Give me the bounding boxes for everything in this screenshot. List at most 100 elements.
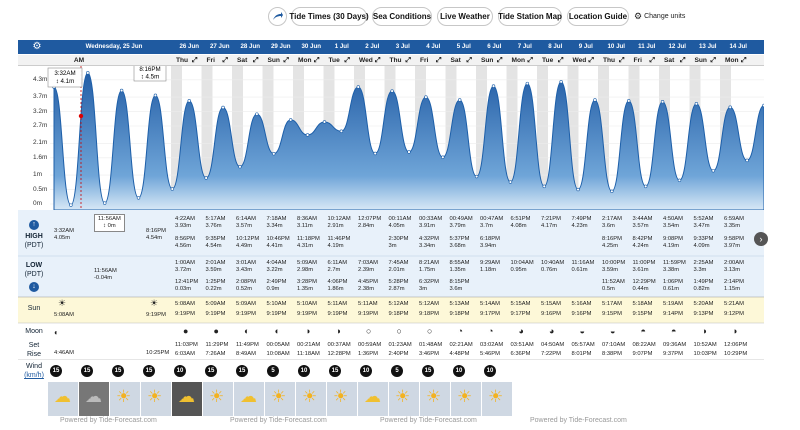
expand-icon[interactable]: ⤢ [680,55,686,66]
day-header[interactable]: 5 Jul [449,40,480,54]
moonset-time: 00:37AM [327,342,351,348]
moonset-time: 08:22AM [632,342,656,348]
sunrise-time: 5:16AM [571,301,592,307]
first-high1-time: 3:32AM [54,228,74,234]
y-tick-label: 1m [33,171,43,179]
day-header[interactable]: 29 Jun [266,40,297,54]
tide-chart[interactable]: 3:32AM ↕ 4.1m 8:16PM ↕ 4.5m [18,66,764,210]
expand-icon[interactable]: ⤢ [345,55,351,66]
high-tide-height: 4.41m [266,243,283,249]
day-header[interactable]: 7 Jul [510,40,541,54]
day-header[interactable]: 27 Jun [205,40,236,54]
high-up-icon[interactable]: ↑ [18,220,50,230]
high-tide-height: 2.91m [327,223,344,229]
settings-button[interactable]: ⚙ [24,40,50,54]
expand-icon[interactable]: ⤢ [223,55,229,66]
y-tick-label: 3.7m [33,93,48,101]
tide-point [525,81,530,86]
tide-times-button[interactable]: Tide Times (30 Days) [289,7,369,26]
high-tide-time: 00:47AM [480,216,504,222]
day-header[interactable]: 4 Jul [418,40,449,54]
low-tide-height: 2.7m [327,267,341,273]
day-header[interactable]: 10 Jul [601,40,632,54]
high-tide-time: 10:12PM [236,236,260,242]
day-header[interactable]: 1 Jul [327,40,358,54]
sunrise-time: 5:14AM [480,301,500,307]
expand-icon[interactable]: ⤢ [284,55,290,66]
low-tide-height: 3.43m [236,267,253,273]
day-header[interactable]: 6 Jul [479,40,510,54]
low-tide-height: 0.82m [693,286,710,292]
moonset-time: 03:51AM [510,342,534,348]
expand-icon[interactable]: ⤢ [497,55,503,66]
share-button[interactable] [268,7,287,26]
location-guide-button[interactable]: Location Guide [567,7,629,26]
wind-unit-link[interactable]: (km/h) [18,372,50,379]
moon-set-label: Set [28,342,40,349]
day-header[interactable]: 11 Jul [632,40,663,54]
expand-icon[interactable]: ⤢ [558,55,564,66]
expand-icon[interactable]: ⤢ [619,55,625,66]
live-weather-button[interactable]: Live Weather [437,7,493,26]
day-header[interactable]: 9 Jul [571,40,602,54]
expand-icon[interactable]: ⤢ [589,55,595,66]
expand-icon[interactable]: ⤢ [436,55,442,66]
day-header[interactable]: 26 Jun [174,40,205,54]
moonset-time: 07:10AM [602,342,626,348]
tide-point [660,100,665,104]
day-header[interactable]: 14 Jul [723,40,754,54]
expand-icon[interactable]: ⤢ [650,55,656,66]
expand-icon[interactable]: ⤢ [253,55,259,66]
first-low1: 11:56AM -0.04m [94,268,117,282]
weekday-label: Fri [206,57,215,64]
expand-icon[interactable]: ⤢ [375,55,381,66]
low-down-icon[interactable]: ↓ [18,282,50,292]
low-tide-time: 6:32PM [419,279,439,285]
day-header[interactable]: 12 Jul [662,40,693,54]
y-tick-label: 4.3m [33,75,48,83]
expand-icon[interactable]: ⤢ [711,55,717,66]
tide-station-map-button[interactable]: Tide Station Map [498,7,562,26]
sunrise-time: 5:15AM [541,301,561,307]
annotation-high-1-height: ↕ 4.1m [56,78,75,85]
moon-phase-icon: ◒ [579,326,585,336]
high-tide-height: 3.7m [480,223,493,229]
moonrise-time: 3:46PM [419,351,439,357]
expand-icon[interactable]: ⤢ [406,55,412,66]
sunrise-time: 5:13AM [449,301,470,307]
low-tide-time: 1:06PM [663,279,683,285]
moon-rise-label: Rise [26,351,41,358]
moonset-time: 09:36AM [663,342,687,348]
expand-icon[interactable]: ⤢ [192,55,198,66]
day-header[interactable]: 30 Jun [296,40,327,54]
moonrise-time: 8:38PM [602,351,622,357]
sea-conditions-button[interactable]: Sea Conditions [372,7,432,26]
low-tide-time: 11:00PM [632,260,656,266]
change-units-link[interactable]: ⚙ Change units [634,11,685,22]
high-tz: (PDT) [24,242,44,249]
expand-icon[interactable]: ⤢ [528,55,534,66]
moonset-time: 02:21AM [449,342,473,348]
tide-point [153,93,158,98]
expand-icon[interactable]: ⤢ [314,55,320,66]
low-tide-time: 12:41PM [175,279,199,285]
day-header[interactable]: 8 Jul [540,40,571,54]
low-tide-time: 2:25AM [693,260,714,266]
low-label: LOW [25,262,43,269]
sunset-time: 9:17PM [510,311,531,317]
moonrise-time: 8:49AM [236,351,256,357]
moonrise-time: 10:29PM [724,351,748,357]
sunrise-time: 5:17AM [602,301,622,307]
high-tide-height: 2.84m [358,223,375,229]
first-high2-height: 4.54m [146,234,163,241]
day-header[interactable]: 28 Jun [235,40,266,54]
high-tide-time: 6:51PM [510,216,531,222]
expand-icon[interactable]: ⤢ [741,55,747,66]
day-header[interactable]: 2 Jul [357,40,388,54]
day-header[interactable]: 13 Jul [693,40,724,54]
low-tide-height: 0.61m [663,286,680,292]
weather-sunny-icon: ☀ [488,387,504,406]
day-header[interactable]: 3 Jul [388,40,419,54]
expand-icon[interactable]: ⤢ [467,55,473,66]
next-arrow-button[interactable]: › [754,232,768,246]
